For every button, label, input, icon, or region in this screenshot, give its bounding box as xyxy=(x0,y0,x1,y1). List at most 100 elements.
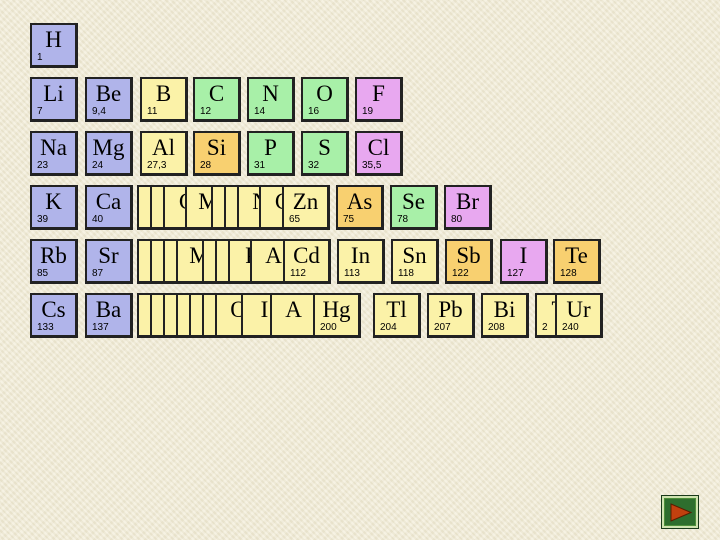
element-cell: Zn 65 xyxy=(282,185,330,230)
element-symbol: Li xyxy=(43,81,64,106)
element-symbol: Al xyxy=(152,135,175,160)
element-cell: Cd 112 xyxy=(283,239,331,284)
element-symbol: Sb xyxy=(456,243,481,268)
element-mass: 87 xyxy=(92,268,104,279)
element-symbol: Hg xyxy=(322,297,351,322)
element-mass: 207 xyxy=(434,322,451,333)
element-mass: 208 xyxy=(488,322,505,333)
element-cell: Mg 24 xyxy=(85,131,133,176)
element-mass: 27,3 xyxy=(147,160,167,171)
element-mass: 19 xyxy=(362,106,374,117)
element-mass: 80 xyxy=(451,214,463,225)
element-mass: 85 xyxy=(37,268,49,279)
element-cell: Hg 200 xyxy=(313,293,361,338)
element-mass: 14 xyxy=(254,106,266,117)
element-cell: Te 128 xyxy=(553,239,601,284)
next-slide-button[interactable] xyxy=(662,496,698,528)
element-mass: 137 xyxy=(92,322,109,333)
element-symbol: As xyxy=(346,189,373,214)
element-cell: Sr 87 xyxy=(85,239,133,284)
element-mass: 204 xyxy=(380,322,397,333)
element-cell: Ur 240 xyxy=(555,293,603,338)
element-symbol: I xyxy=(519,243,528,268)
element-cell: H1 xyxy=(30,23,78,68)
element-mass: 112 xyxy=(290,268,306,279)
element-mass: 2 xyxy=(542,322,548,333)
element-cell: Se 78 xyxy=(390,185,438,230)
element-mass: 128 xyxy=(560,268,577,279)
element-mass: 127 xyxy=(507,268,524,279)
element-cell: Tl 204 xyxy=(373,293,421,338)
element-cell: N 14 xyxy=(247,77,295,122)
element-symbol: N xyxy=(262,81,279,106)
element-symbol: A xyxy=(285,297,302,322)
element-cell: S 32 xyxy=(301,131,349,176)
element-mass: 40 xyxy=(92,214,104,225)
element-cell: P 31 xyxy=(247,131,295,176)
element-cell: In 113 xyxy=(337,239,385,284)
element-symbol: B xyxy=(155,81,172,106)
element-cell: Ba 137 xyxy=(85,293,133,338)
element-symbol: F xyxy=(372,81,385,106)
element-symbol: Bi xyxy=(493,297,516,322)
element-mass: 9,4 xyxy=(92,106,106,117)
element-cell: Br 80 xyxy=(444,185,492,230)
element-cell: As 75 xyxy=(336,185,384,230)
element-mass: 24 xyxy=(92,160,104,171)
element-symbol: Na xyxy=(40,135,67,160)
element-symbol: Cl xyxy=(367,135,390,160)
element-symbol: Zn xyxy=(292,189,319,214)
element-mass: 7 xyxy=(37,106,43,117)
element-symbol: C xyxy=(208,81,225,106)
element-mass: 12 xyxy=(200,106,212,117)
element-symbol: O xyxy=(316,81,333,106)
element-cell: Pb 207 xyxy=(427,293,475,338)
element-mass: 240 xyxy=(562,322,579,333)
element-cell: Rb 85 xyxy=(30,239,78,284)
element-symbol: S xyxy=(318,135,331,160)
play-triangle-icon xyxy=(670,503,692,522)
element-cell: O 16 xyxy=(301,77,349,122)
element-mass: 75 xyxy=(343,214,355,225)
element-cell: Sn 118 xyxy=(391,239,439,284)
element-mass: 23 xyxy=(37,160,49,171)
element-symbol: Ba xyxy=(95,297,122,322)
element-cell: A xyxy=(270,293,318,338)
element-cell: Cl 35,5 xyxy=(355,131,403,176)
element-mass: 78 xyxy=(397,214,409,225)
element-cell: Be 9,4 xyxy=(85,77,133,122)
element-symbol: Pb xyxy=(438,297,463,322)
element-mass: 200 xyxy=(320,322,337,333)
element-mass: 32 xyxy=(308,160,320,171)
element-symbol: In xyxy=(350,243,371,268)
element-cell: Bi 208 xyxy=(481,293,529,338)
element-symbol: Sr xyxy=(98,243,119,268)
element-mass: 133 xyxy=(37,322,54,333)
element-mass: 65 xyxy=(289,214,301,225)
element-mass: 28 xyxy=(200,160,212,171)
element-mass: 39 xyxy=(37,214,49,225)
element-cell: Cs 133 xyxy=(30,293,78,338)
element-cell: Si 28 xyxy=(193,131,241,176)
element-mass: 11 xyxy=(147,106,158,117)
element-mass: 35,5 xyxy=(362,160,382,171)
element-symbol: Se xyxy=(402,189,425,214)
element-mass: 16 xyxy=(308,106,320,117)
element-mass: 1 xyxy=(37,52,43,63)
element-cell: Li 7 xyxy=(30,77,78,122)
element-mass: 118 xyxy=(398,268,414,279)
element-cell: F 19 xyxy=(355,77,403,122)
element-symbol: Ca xyxy=(95,189,122,214)
element-cell: K 39 xyxy=(30,185,78,230)
element-mass: 31 xyxy=(254,160,266,171)
element-symbol: Rb xyxy=(40,243,67,268)
element-cell: C 12 xyxy=(193,77,241,122)
element-symbol: Cd xyxy=(293,243,320,268)
element-symbol: K xyxy=(45,189,62,214)
element-symbol: H xyxy=(45,27,62,52)
element-cell: Al 27,3 xyxy=(140,131,188,176)
periodic-table: H 1 Li 7 Be 9,4 B 11 C 12 N 14 O 16 F 19 Na 23 Mg 24 Al 27,3 S… xyxy=(0,0,720,540)
element-cell: Sb 122 xyxy=(445,239,493,284)
element-symbol: P xyxy=(264,135,277,160)
element-symbol: Tl xyxy=(386,297,407,322)
